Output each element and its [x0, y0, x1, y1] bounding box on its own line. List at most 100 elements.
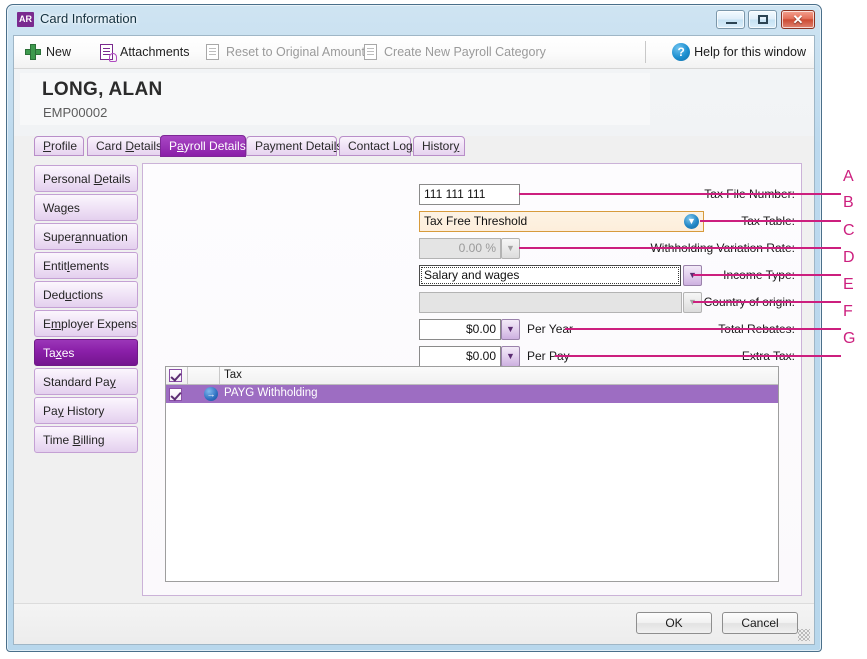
annotation-letter-c: C [843, 222, 855, 239]
sidebar-item-entitlements[interactable]: Entitlements [34, 252, 138, 279]
toolbar-separator [645, 41, 646, 63]
sidebar-item-label: Taxes [43, 346, 75, 360]
withholding-variation-rate-spinner: ▼ [501, 238, 520, 259]
toolbar-new-button[interactable]: New [24, 41, 71, 63]
employee-id: EMP00002 [43, 105, 108, 120]
record-header: LONG, ALAN EMP00002 [14, 69, 814, 136]
tab-payroll-details-label: Payroll Details [169, 139, 246, 153]
toolbar: New Attachments Reset to Original Amount [14, 36, 814, 69]
annotation-letter-f: F [843, 303, 853, 320]
extra-tax-spinner[interactable]: ▼ [501, 346, 520, 367]
tax-grid: Tax → PAYG Withholding [165, 366, 779, 582]
sidebar-item-pay-history[interactable]: Pay History [34, 397, 138, 424]
resize-grip[interactable] [798, 629, 810, 641]
field-row-income-type: Income Type: Salary and wages ▼ [143, 265, 801, 287]
tab-payment-details-label: Payment Details [255, 139, 342, 153]
total-rebates-suffix: Per Year [527, 322, 574, 336]
toolbar-attachments-label: Attachments [120, 45, 190, 59]
row-checkbox[interactable] [169, 388, 182, 401]
sidebar-item-label: Pay History [43, 404, 105, 418]
select-all-checkbox[interactable] [169, 369, 182, 382]
toolbar-attachments-button[interactable]: Attachments [98, 41, 189, 63]
tab-card-details-label: Card Details [96, 139, 163, 153]
tax-table-combobox[interactable]: Tax Free Threshold ▼ [419, 211, 704, 232]
dialog-footer: OK Cancel [14, 603, 814, 644]
tab-card-details[interactable]: Card Details [87, 136, 162, 156]
annotation-letter-b: B [843, 194, 854, 211]
tax-grid-select-all-column[interactable] [166, 367, 188, 384]
tax-grid-arrow-column [188, 367, 220, 384]
help-label: Help for this window [694, 45, 806, 59]
tax-table-value: Tax Free Threshold [424, 214, 528, 228]
sidebar-item-label: Personal Details [43, 172, 131, 186]
sidebar-item-taxes[interactable]: Taxes [34, 339, 138, 366]
tab-contact-log-label: Contact Log [348, 139, 413, 153]
sidebar-item-label: Wages [43, 201, 80, 215]
sidebar-item-standard-pay[interactable]: Standard Pay [34, 368, 138, 395]
extra-tax-input[interactable]: $0.00 [419, 346, 501, 367]
tab-profile[interactable]: Profile [34, 136, 84, 156]
total-rebates-input[interactable]: $0.00 [419, 319, 501, 340]
employee-name: LONG, ALAN [42, 79, 163, 100]
close-button[interactable]: ✕ [781, 10, 815, 29]
field-row-country-of-origin: Country of origin: ▼ [143, 292, 801, 314]
withholding-variation-rate-input: 0.00 % [419, 238, 501, 259]
title-bar: AR Card Information ✕ [7, 5, 821, 35]
tax-grid-column-tax[interactable]: Tax [220, 367, 778, 384]
annotation-letter-g: G [843, 330, 856, 347]
extra-tax-suffix: Per Pay [527, 349, 570, 363]
sidebar-item-label: Superannuation [43, 230, 128, 244]
toolbar-new-label: New [46, 45, 72, 59]
tab-profile-label: Profile [43, 139, 78, 153]
cancel-button[interactable]: Cancel [722, 612, 798, 634]
annotation-letter-a: A [843, 168, 854, 185]
reset-document-icon [204, 43, 222, 61]
new-document-icon [362, 43, 380, 61]
minimize-button[interactable] [716, 10, 745, 29]
field-row-total-rebates: Total Rebates: $0.00 ▼ Per Year [143, 319, 801, 341]
tab-payroll-details[interactable]: Payroll Details [160, 135, 246, 157]
sidebar-item-personal-details[interactable]: Personal Details [34, 165, 138, 192]
app-icon: AR [17, 12, 34, 27]
tab-history-label: History [422, 139, 460, 153]
window-title: Card Information [40, 11, 137, 26]
help-for-this-window-button[interactable]: ? Help for this window [672, 41, 806, 63]
income-type-dropdown-button[interactable]: ▼ [683, 265, 702, 286]
sidebar-item-deductions[interactable]: Deductions [34, 281, 138, 308]
tab-history[interactable]: History [413, 136, 465, 156]
maximize-icon [749, 11, 776, 28]
sidebar-item-time-billing[interactable]: Time Billing [34, 426, 138, 453]
extra-tax-label: Extra Tax: [741, 349, 795, 363]
tax-grid-header: Tax [166, 367, 778, 385]
minimize-icon [717, 11, 744, 28]
annotation-letter-e: E [843, 276, 854, 293]
chevron-down-icon[interactable]: ▼ [684, 214, 699, 229]
toolbar-create-new-payroll-category-button: Create New Payroll Category [362, 41, 546, 63]
maximize-button[interactable] [748, 10, 777, 29]
attachment-document-icon [98, 43, 117, 62]
plus-icon [24, 43, 42, 61]
country-of-origin-dropdown-button: ▼ [683, 292, 702, 313]
arrow-right-icon[interactable]: → [204, 387, 218, 401]
field-row-extra-tax: Extra Tax: $0.00 ▼ Per Pay [143, 346, 801, 368]
tax-file-number-input[interactable]: 111 111 111 [419, 184, 520, 205]
ok-button[interactable]: OK [636, 612, 712, 634]
tab-contact-log[interactable]: Contact Log [339, 136, 413, 156]
total-rebates-spinner[interactable]: ▼ [501, 319, 520, 340]
sidebar-item-label: Employer Expenses [43, 317, 138, 331]
income-type-input[interactable]: Salary and wages [419, 265, 681, 286]
sidebar-item-label: Deductions [43, 288, 104, 302]
sidebar-item-superannuation[interactable]: Superannuation [34, 223, 138, 250]
country-of-origin-input [419, 292, 682, 313]
card-information-window: AR Card Information ✕ New Attachments Re… [6, 4, 822, 652]
sidebar-item-wages[interactable]: Wages [34, 194, 138, 221]
tab-payment-details[interactable]: Payment Details [246, 136, 342, 156]
toolbar-reset-label: Reset to Original Amount [226, 45, 365, 59]
sidebar-item-employer-expenses[interactable]: Employer Expenses [34, 310, 138, 337]
toolbar-create-category-label: Create New Payroll Category [384, 45, 546, 59]
field-row-tax-file-number: Tax File Number: 111 111 111 [143, 184, 801, 206]
annotation-letter-d: D [843, 249, 855, 266]
table-row[interactable]: → PAYG Withholding [166, 385, 778, 403]
close-icon: ✕ [792, 12, 804, 27]
sidebar-item-label: Entitlements [43, 259, 110, 273]
